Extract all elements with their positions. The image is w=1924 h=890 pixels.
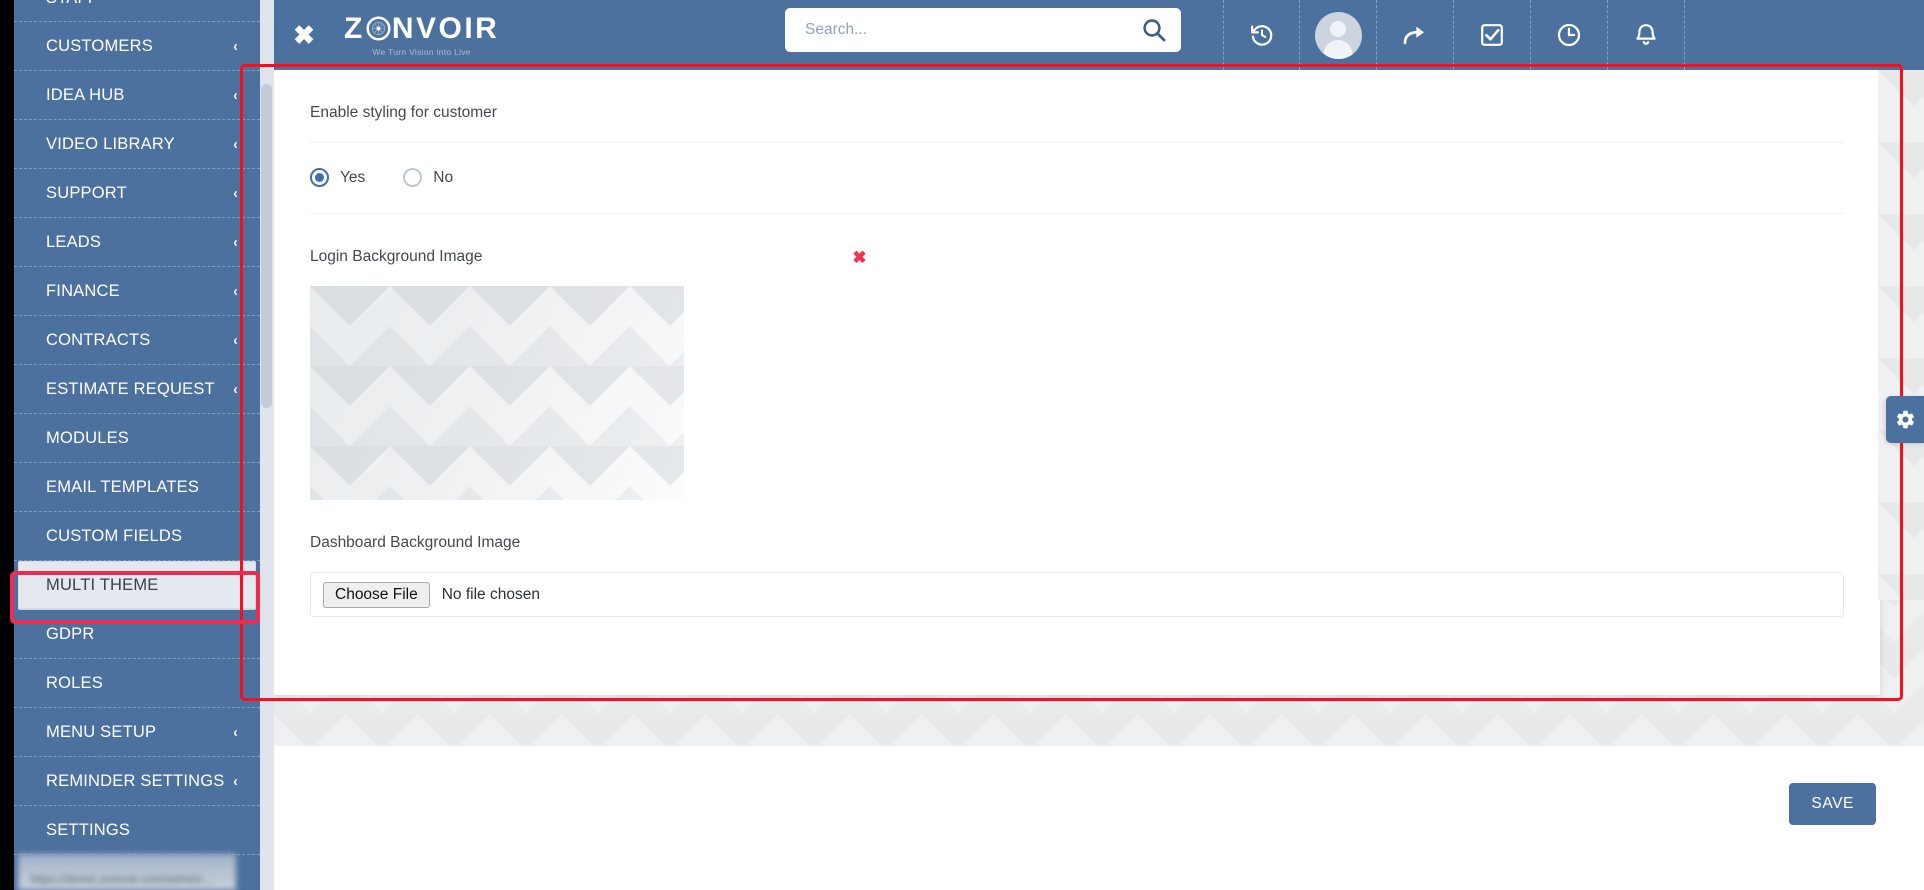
app-root: Enable styling for customer Yes No Login… [0,0,1924,890]
file-status-text: No file chosen [441,585,540,603]
search-icon[interactable] [1141,17,1167,43]
sidebar-item-customers[interactable]: CUSTOMERS ‹ [14,22,260,71]
sidebar-item-label: VIDEO LIBRARY [46,134,175,153]
header-tool-group [1223,0,1685,70]
multi-theme-settings-card: Enable styling for customer Yes No Login… [274,70,1880,695]
sidebar-item-label: EMAIL TEMPLATES [46,477,200,496]
chevron-left-icon: ‹ [233,772,238,790]
dashboard-background-file-row: Choose File No file chosen [274,572,1880,647]
top-header: ✖ Z NVOIR We Turn Vision into Live [260,0,1924,70]
radio-label-yes: Yes [340,168,366,186]
radio-indicator-no[interactable] [403,168,423,187]
enable-styling-field: Enable styling for customer [274,70,1880,142]
chevron-left-icon: ‹ [233,37,238,55]
sidebar-item-finance[interactable]: FINANCE ‹ [14,267,260,316]
dashboard-background-field: Dashboard Background Image [274,500,1880,572]
radio-option-no[interactable]: No [403,168,453,187]
sidebar-item-label: MODULES [46,428,129,447]
sidebar-item-multi-theme[interactable]: MULTI THEME [18,561,256,610]
sidebar-item-label: STAFF [46,0,98,8]
avatar[interactable] [1300,0,1377,70]
history-icon[interactable] [1223,0,1300,70]
sidebar-item-label: LEADS [46,232,102,251]
enable-styling-label: Enable styling for customer [310,104,497,121]
sidebar-item-custom-fields[interactable]: CUSTOM FIELDS [14,512,260,561]
dashboard-background-file-input[interactable]: Choose File No file chosen [310,572,1844,617]
status-bar-url-text: https://demo.zonvoir.com/admin/... [30,872,213,886]
save-button[interactable]: SAVE [1789,783,1876,825]
sidebar-item-label: ROLES [46,673,103,692]
sidebar-item-estimate-request[interactable]: ESTIMATE REQUEST ‹ [14,365,260,414]
chevron-left-icon: ‹ [233,184,238,202]
circuit-brain-icon [366,16,391,41]
sidebar-item-label: SUPPORT [46,183,127,202]
chevron-left-icon: ‹ [233,86,238,104]
sidebar-item-support[interactable]: SUPPORT ‹ [14,169,260,218]
sidebar-scrollbar-thumb[interactable] [261,84,272,408]
remove-login-background-icon[interactable]: ✖ [852,249,866,266]
left-gutter [0,0,14,890]
search-input[interactable] [805,21,1141,39]
login-background-preview-image [310,286,684,500]
share-arrow-icon[interactable] [1377,0,1454,70]
sidebar-item-video-library[interactable]: VIDEO LIBRARY ‹ [14,120,260,169]
enable-styling-radio-group[interactable]: Yes No [274,143,1880,213]
sidebar-item-label: CONTRACTS [46,330,151,349]
bell-icon[interactable] [1608,0,1685,70]
sidebar-navigation: STAFFCUSTOMERS‹IDEA HUB‹VIDEO LIBRARY‹SU… [14,0,260,890]
avatar-image [1314,11,1362,59]
sidebar-item-leads[interactable]: LEADS ‹ [14,218,260,267]
brand-tagline: We Turn Vision into Live [372,46,471,57]
radio-indicator-yes[interactable] [310,168,329,187]
sidebar-item-idea-hub[interactable]: IDEA HUB ‹ [14,71,260,120]
sidebar-item-modules[interactable]: MODULES [14,414,260,463]
sidebar-item-label: FINANCE [46,281,120,300]
sidebar-item-label: MENU SETUP [46,722,157,741]
sidebar-item-gdpr[interactable]: GDPR [14,610,260,659]
radio-label-no: No [433,168,454,186]
choose-file-button[interactable]: Choose File [323,581,430,608]
sidebar-item-label: SETTINGS [46,820,131,839]
right-background-strip [1878,70,1924,600]
brand-wordmark: Z NVOIR [344,11,500,45]
sidebar-item-label: ESTIMATE REQUEST [46,379,215,398]
chevron-left-icon: ‹ [233,723,238,741]
brand-text-before: Z [344,11,365,45]
sidebar-item-contracts[interactable]: CONTRACTS ‹ [14,316,260,365]
radio-option-yes[interactable]: Yes [310,168,365,187]
sidebar-item-label: CUSTOMERS [46,36,153,55]
sidebar-item-email-templates[interactable]: EMAIL TEMPLATES [14,463,260,512]
sidebar-item-label: REMINDER SETTINGS [46,771,225,790]
gear-icon[interactable] [1886,396,1924,443]
chevron-left-icon: ‹ [233,380,238,398]
task-checkbox-icon[interactable] [1454,0,1531,70]
sidebar-item-label: GDPR [46,624,95,643]
footer-action-bar: SAVE [274,745,1924,890]
sidebar-item-label: MULTI THEME [46,575,159,594]
dashboard-background-label: Dashboard Background Image [310,534,521,551]
sidebar-item-roles[interactable]: ROLES [14,659,260,708]
clock-icon[interactable] [1531,0,1608,70]
search-bar[interactable] [785,8,1181,52]
brand-text-after: NVOIR [391,11,500,45]
sidebar-item-menu-setup[interactable]: MENU SETUP ‹ [14,708,260,757]
login-background-field-header: Login Background Image ✖ [274,214,1880,286]
sidebar-item-reminder-settings[interactable]: REMINDER SETTINGS ‹ [14,757,260,806]
chevron-left-icon: ‹ [233,233,238,251]
chevron-left-icon: ‹ [233,331,238,349]
chevron-left-icon: ‹ [233,135,238,153]
chevron-left-icon: ‹ [233,282,238,300]
close-icon[interactable]: ✖ [282,13,326,57]
sidebar-item-settings[interactable]: SETTINGS [14,806,260,855]
sidebar-item-staff[interactable]: STAFF [14,0,260,22]
brand-logo[interactable]: Z NVOIR We Turn Vision into Live [344,11,500,57]
sidebar-item-label: CUSTOM FIELDS [46,526,183,545]
sidebar-item-label: IDEA HUB [46,85,125,104]
login-background-label: Login Background Image [310,248,483,265]
